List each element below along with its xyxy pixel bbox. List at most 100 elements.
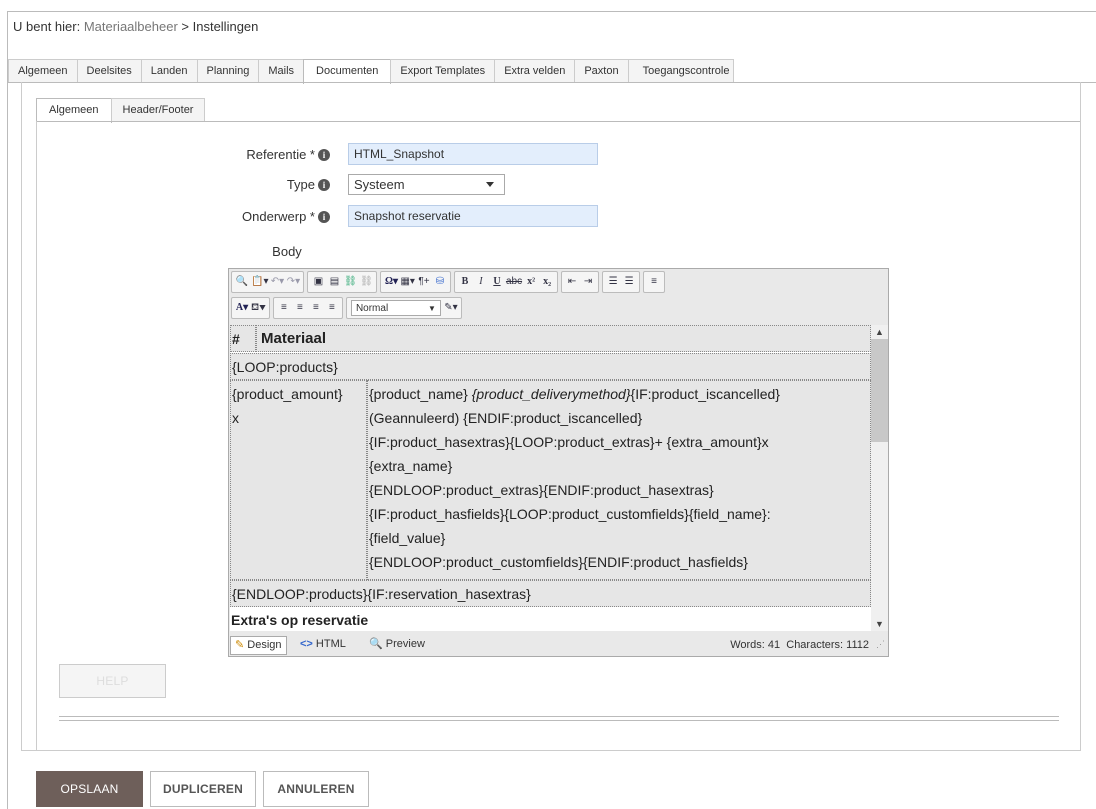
paragraph-icon[interactable]: ¶+ bbox=[417, 274, 431, 290]
main-tabs: Algemeen Deelsites Landen Planning Mails… bbox=[8, 59, 734, 84]
align-justify-icon[interactable]: ≡ bbox=[325, 300, 339, 316]
breadcrumb-current: Instellingen bbox=[192, 19, 259, 34]
editor-counts: Words: 41 Characters: 1112 bbox=[730, 637, 869, 654]
divider bbox=[59, 716, 1059, 721]
tab-planning[interactable]: Planning bbox=[196, 59, 260, 82]
align-right-icon[interactable]: ≡ bbox=[309, 300, 323, 316]
undo-icon[interactable]: ↶▾ bbox=[270, 274, 284, 290]
product-line-3: {IF:product_hasextras}{LOOP:product_extr… bbox=[369, 434, 769, 450]
product-line-2: (Geannuleerd) {ENDIF:product_iscancelled… bbox=[369, 410, 643, 426]
product-line-6: {IF:product_hasfields}{LOOP:product_cust… bbox=[369, 506, 771, 522]
format-select[interactable]: Normal ▼ bbox=[350, 300, 441, 316]
editor-scrollbar[interactable]: ▲ ▼ bbox=[871, 325, 888, 631]
toolbar-group-lists: ☰ ☰ bbox=[602, 271, 641, 293]
tab-documenten[interactable]: Documenten bbox=[303, 59, 392, 84]
mode-html-label: HTML bbox=[315, 638, 346, 650]
code-icon: <> bbox=[300, 638, 313, 650]
duplicate-button[interactable]: DUPLICEREN bbox=[150, 771, 256, 807]
bold-icon[interactable]: B bbox=[458, 274, 472, 290]
tab-deelsites[interactable]: Deelsites bbox=[76, 59, 142, 82]
sub-tabs: Algemeen Header/Footer bbox=[36, 98, 206, 123]
toolbar-group-align: ≡ ≡ ≡ ≡ bbox=[272, 297, 343, 319]
subtab-header-footer[interactable]: Header/Footer bbox=[110, 98, 206, 121]
tab-paxton[interactable]: Paxton bbox=[574, 59, 629, 82]
help-button[interactable]: HELP bbox=[59, 664, 166, 698]
tab-toegangscontrole[interactable]: Toegangscontrole bbox=[627, 59, 734, 82]
mode-design-tab[interactable]: ✎ Design bbox=[230, 636, 287, 655]
info-icon[interactable]: i bbox=[318, 179, 330, 191]
scroll-down-icon[interactable]: ▼ bbox=[871, 617, 888, 631]
frame-top bbox=[7, 11, 1096, 12]
type-select[interactable]: Systeem bbox=[348, 174, 505, 195]
table-header-title: Materiaal bbox=[256, 325, 871, 352]
tab-extra-velden[interactable]: Extra velden bbox=[494, 59, 576, 82]
symbol-icon[interactable]: Ω▾ bbox=[384, 274, 398, 290]
outdent-icon[interactable]: ⇤ bbox=[565, 274, 579, 290]
image-icon[interactable]: ▣ bbox=[311, 274, 325, 290]
onderwerp-input[interactable]: Snapshot reservatie bbox=[348, 205, 598, 227]
superscript-icon[interactable]: x² bbox=[524, 274, 538, 290]
referentie-label-text: Referentie * bbox=[246, 147, 315, 162]
tab-export-templates[interactable]: Export Templates bbox=[390, 59, 496, 82]
italic-icon[interactable]: I bbox=[474, 274, 488, 290]
magnifier-icon: 🔍 bbox=[369, 638, 383, 650]
mode-design-label: Design bbox=[247, 639, 282, 651]
scroll-up-icon[interactable]: ▲ bbox=[871, 325, 888, 339]
info-icon[interactable]: i bbox=[318, 211, 330, 223]
word-count: Words: 41 bbox=[730, 639, 781, 651]
tab-mails[interactable]: Mails bbox=[258, 59, 305, 82]
type-label-text: Type bbox=[286, 177, 315, 192]
ordered-list-icon[interactable]: ☰ bbox=[606, 274, 620, 290]
scrollbar-thumb[interactable] bbox=[871, 339, 888, 442]
product-details-cell: {product_name} {product_deliverymethod}{… bbox=[367, 380, 871, 580]
resize-handle-icon[interactable]: ⋰ bbox=[876, 639, 885, 650]
pencil-icon: ✎ bbox=[235, 639, 245, 651]
tab-algemeen[interactable]: Algemeen bbox=[8, 59, 78, 82]
editor-status-bar: ✎ Design <> HTML 🔍 Preview Words: 41 Cha… bbox=[230, 635, 887, 655]
format-select-value: Normal bbox=[355, 303, 389, 314]
document-icon[interactable]: ▤ bbox=[327, 274, 341, 290]
product-line-8: {ENDLOOP:product_customfields}{ENDIF:pro… bbox=[369, 554, 748, 570]
product-name-token: {product_name} bbox=[369, 386, 472, 402]
font-color-icon[interactable]: A▾ bbox=[235, 300, 249, 316]
referentie-input[interactable]: HTML_Snapshot bbox=[348, 143, 598, 165]
cancel-button[interactable]: ANNULEREN bbox=[263, 771, 369, 807]
type-label: Type i bbox=[200, 177, 330, 192]
editor-toolbar-row-1: 🔍 📋▾ ↶▾ ↷▾ ▣ ▤ ⛓ ⛓ Ω▾ ▦▾ ¶+ ⛁ B I U abc … bbox=[231, 271, 668, 293]
editor-content[interactable]: # Materiaal {LOOP:products} {product_amo… bbox=[230, 325, 871, 631]
find-icon[interactable]: 🔍 bbox=[235, 274, 249, 290]
unordered-list-icon[interactable]: ☰ bbox=[622, 274, 636, 290]
iscancelled-token: {IF:product_iscancelled} bbox=[630, 386, 780, 402]
unlink-icon[interactable]: ⛓ bbox=[359, 274, 373, 290]
clean-format-icon[interactable]: ✎▾ bbox=[444, 300, 458, 316]
toolbar-group-indent: ⇤ ⇥ bbox=[561, 271, 600, 293]
table-header-hash: # bbox=[230, 325, 256, 352]
mode-html-tab[interactable]: <> HTML bbox=[296, 636, 350, 653]
underline-icon[interactable]: U bbox=[490, 274, 504, 290]
info-icon[interactable]: i bbox=[318, 149, 330, 161]
subtab-algemeen[interactable]: Algemeen bbox=[36, 98, 112, 123]
table-icon[interactable]: ▦▾ bbox=[400, 274, 414, 290]
redo-icon[interactable]: ↷▾ bbox=[286, 274, 300, 290]
paste-icon[interactable]: 📋▾ bbox=[251, 274, 268, 290]
template-icon[interactable]: ⛁ bbox=[433, 274, 447, 290]
rich-text-editor: 🔍 📋▾ ↶▾ ↷▾ ▣ ▤ ⛓ ⛓ Ω▾ ▦▾ ¶+ ⛁ B I U abc … bbox=[228, 268, 889, 657]
product-amount-text: {product_amount} bbox=[232, 386, 343, 402]
blockquote-icon[interactable]: ≡ bbox=[647, 274, 661, 290]
align-left-icon[interactable]: ≡ bbox=[277, 300, 291, 316]
strikethrough-icon[interactable]: abc bbox=[506, 274, 522, 290]
product-line-4: {extra_name} bbox=[369, 458, 453, 474]
save-button[interactable]: OPSLAAN bbox=[36, 771, 143, 807]
subscript-icon[interactable]: x₂ bbox=[540, 274, 554, 290]
breadcrumb-separator: > bbox=[177, 19, 193, 34]
body-label: Body bbox=[272, 244, 302, 259]
indent-icon[interactable]: ⇥ bbox=[581, 274, 595, 290]
tab-landen[interactable]: Landen bbox=[140, 59, 198, 82]
mode-preview-tab[interactable]: 🔍 Preview bbox=[365, 636, 429, 653]
extras-heading: Extra's op reservatie bbox=[231, 612, 369, 628]
highlight-color-icon[interactable]: ⛾▾ bbox=[251, 300, 266, 316]
breadcrumb-link-materiaalbeheer[interactable]: Materiaalbeheer bbox=[84, 19, 178, 34]
align-center-icon[interactable]: ≡ bbox=[293, 300, 307, 316]
product-amount-cell: {product_amount} x bbox=[230, 380, 367, 580]
link-icon[interactable]: ⛓ bbox=[343, 274, 357, 290]
